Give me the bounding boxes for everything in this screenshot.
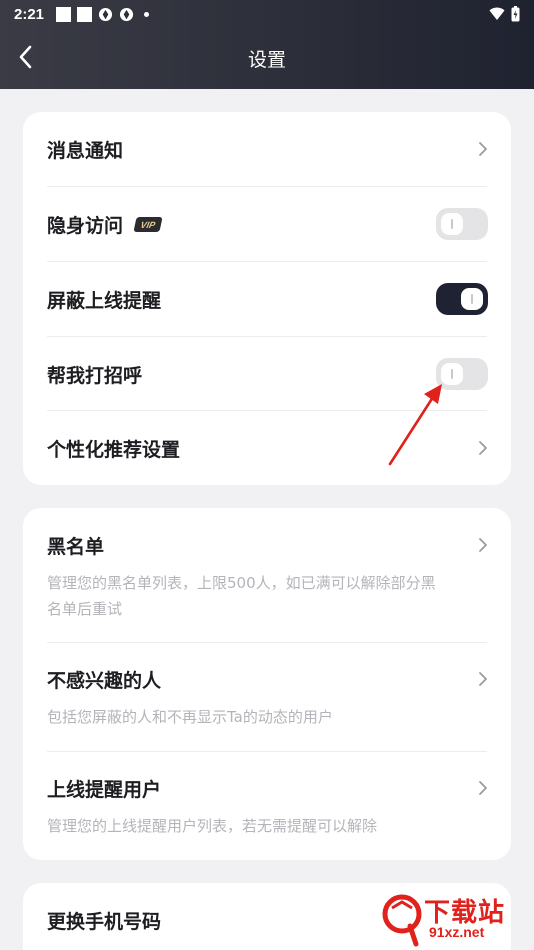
chevron-right-icon <box>479 538 487 552</box>
menu-item-label: 黑名单 <box>47 535 105 558</box>
menu-item-online-reminder-users[interactable]: 上线提醒用户 <box>47 763 487 813</box>
menu-item-blacklist[interactable]: 黑名单 <box>47 520 487 570</box>
watermark-url: 91xz.net <box>426 924 488 940</box>
block-online-reminder-toggle[interactable] <box>436 283 488 315</box>
menu-item-description: 管理您的黑名单列表，上限500人，如已满可以解除部分黑 名单后重试 <box>47 570 487 622</box>
page-title: 设置 <box>247 49 286 71</box>
description-line: 名单后重试 <box>47 600 123 618</box>
menu-item-label: 更换手机号码 <box>47 910 162 933</box>
app-notification-icon <box>98 7 113 21</box>
watermark: 下载站 91xz.net <box>380 888 530 948</box>
chevron-right-icon <box>479 672 487 686</box>
menu-item-label: 消息通知 <box>47 139 124 162</box>
divider <box>47 642 487 643</box>
menu-item-label: 屏蔽上线提醒 <box>47 289 162 312</box>
divider <box>47 751 487 752</box>
toggle-knob <box>441 213 463 235</box>
wifi-icon <box>489 7 505 20</box>
chevron-left-icon <box>19 45 32 69</box>
menu-item-label: 隐身访问 <box>47 214 124 237</box>
nav-bar: 设置 <box>0 28 534 89</box>
menu-item-not-interested[interactable]: 不感兴趣的人 <box>47 654 487 704</box>
back-button[interactable] <box>10 42 40 72</box>
description-line: 管理您的黑名单列表，上限500人，如已满可以解除部分黑 <box>47 574 436 592</box>
notification-square-icon <box>56 6 72 22</box>
stealth-visit-toggle[interactable] <box>436 208 488 240</box>
chevron-right-icon <box>479 781 487 795</box>
status-bar: 2:21 <box>0 0 534 28</box>
menu-item-label: 帮我打招呼 <box>47 364 143 387</box>
menu-item-label: 个性化推荐设置 <box>47 438 181 461</box>
chevron-right-icon <box>479 441 487 455</box>
settings-card-privacy-lists: 黑名单 管理您的黑名单列表，上限500人，如已满可以解除部分黑 名单后重试 不感… <box>23 508 511 860</box>
more-notifications-dot <box>144 11 150 17</box>
toggle-knob <box>461 288 483 310</box>
menu-item-label: 不感兴趣的人 <box>47 669 162 692</box>
menu-item-label: 上线提醒用户 <box>47 778 162 801</box>
menu-item-message-notification[interactable]: 消息通知 <box>47 112 487 186</box>
app-notification-icon <box>119 7 134 21</box>
vip-badge-text: VIP <box>139 219 157 229</box>
menu-item-description: 包括您屏蔽的人和不再显示Ta的动态的用户 <box>47 708 333 726</box>
notification-square-icon <box>77 6 93 22</box>
menu-item-block-online-reminder: 屏蔽上线提醒 <box>47 262 487 336</box>
status-time: 2:21 <box>14 5 45 23</box>
menu-item-description: 管理您的上线提醒用户列表，若无需提醒可以解除 <box>47 817 378 835</box>
menu-item-stealth-visit: 隐身访问 VIP <box>47 187 487 261</box>
battery-icon <box>511 6 520 22</box>
top-bar: 2:21 设置 <box>0 0 534 89</box>
vip-badge: VIP <box>133 216 163 232</box>
annotation-arrow <box>388 384 442 466</box>
chevron-right-icon <box>479 142 487 156</box>
